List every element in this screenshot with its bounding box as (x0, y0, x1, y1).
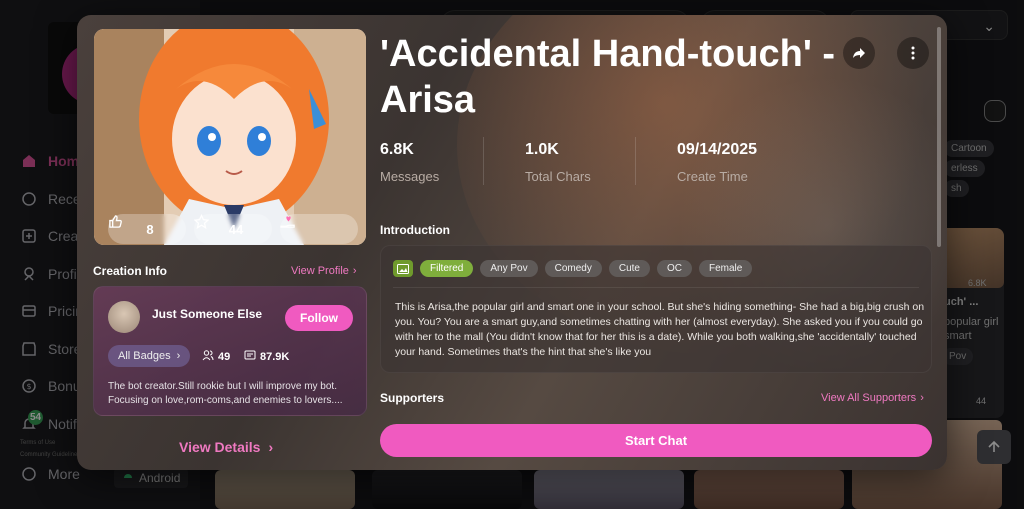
view-all-supporters-link[interactable]: View All Supporters › (821, 392, 924, 404)
character-cover-image: 8 44 (94, 29, 366, 245)
start-chat-button[interactable]: Start Chat (380, 424, 932, 457)
tag-cute[interactable]: Cute (608, 260, 650, 277)
messages-stat: 6.8K Messages (380, 141, 439, 184)
view-profile-link[interactable]: View Profile › (291, 265, 357, 277)
follow-button[interactable]: Follow (285, 305, 353, 331)
supporters-title: Supporters (380, 391, 445, 405)
gift-button[interactable] (280, 214, 358, 244)
stat-label: Total Chars (525, 169, 591, 184)
favorite-button[interactable]: 44 (194, 214, 272, 244)
stat-value: 6.8K (380, 141, 414, 158)
creator-card: Just Someone Else Follow All Badges › 49… (93, 286, 367, 416)
tag-list: Filtered Any Pov Comedy Cute OC Female (393, 260, 753, 277)
image-icon (393, 260, 413, 277)
stat-label: Messages (380, 169, 440, 184)
introduction-box: Filtered Any Pov Comedy Cute OC Female T… (380, 245, 932, 373)
share-button[interactable] (843, 37, 875, 69)
stat-value: 09/14/2025 (677, 141, 758, 158)
creation-info-title: Creation Info (93, 264, 167, 278)
message-icon (244, 349, 256, 364)
tag-female[interactable]: Female (698, 260, 753, 277)
stat-value: 1.0K (525, 141, 559, 158)
like-button[interactable]: 8 (108, 214, 186, 244)
divider (483, 137, 484, 185)
cover-actions: 8 44 (108, 214, 358, 244)
more-options-button[interactable] (897, 37, 929, 69)
view-all-supporters-label: View All Supporters (821, 392, 917, 404)
view-details-label: View Details (179, 439, 261, 455)
chevron-right-icon: › (268, 439, 274, 455)
chevron-right-icon: › (176, 350, 181, 362)
share-icon (853, 48, 865, 58)
chevron-right-icon: › (352, 265, 357, 277)
all-badges-button[interactable]: All Badges › (108, 345, 191, 367)
followers-count: 49 (218, 350, 231, 363)
favorite-count: 44 (228, 221, 244, 237)
character-detail-modal: 8 44 Creation Info View Profile › Just S… (77, 15, 947, 470)
tag-comedy[interactable]: Comedy (544, 260, 602, 277)
page-title: 'Accidental Hand-touch' - Arisa (380, 33, 836, 121)
creator-name[interactable]: Just Someone Else (152, 307, 262, 321)
chars-count: 87.9K (260, 350, 290, 363)
chars-stat: 87.9K (244, 349, 289, 364)
like-count: 8 (146, 221, 154, 237)
total-chars-stat: 1.0K Total Chars (525, 141, 591, 184)
tag-any-pov[interactable]: Any Pov (480, 260, 538, 277)
more-vertical-icon (911, 46, 915, 60)
all-badges-label: All Badges (118, 350, 171, 362)
chevron-right-icon: › (920, 392, 924, 404)
divider (635, 137, 636, 185)
view-profile-label: View Profile (291, 265, 349, 277)
create-time-stat: 09/14/2025 Create Time (677, 141, 757, 184)
modal-scrollbar[interactable] (937, 27, 941, 247)
avatar[interactable] (108, 301, 140, 333)
introduction-text: This is Arisa,the popular girl and smart… (395, 301, 925, 358)
stat-label: Create Time (677, 169, 748, 184)
users-icon (202, 349, 214, 364)
divider (393, 287, 919, 288)
tag-oc[interactable]: OC (656, 260, 692, 277)
tag-filtered[interactable]: Filtered (420, 260, 474, 277)
introduction-title: Introduction (380, 223, 450, 237)
creator-bio: The bot creator.Still rookie but I will … (108, 381, 343, 406)
followers-stat: 49 (202, 349, 230, 364)
view-details-link[interactable]: View Details › (179, 439, 273, 455)
